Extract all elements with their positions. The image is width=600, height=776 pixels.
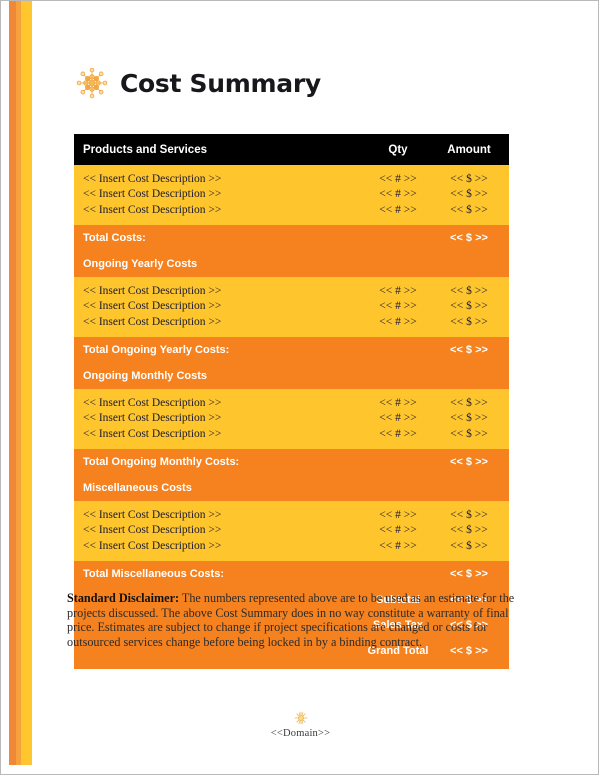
cost-description-cell[interactable]: << Insert Cost Description >> (74, 501, 359, 523)
cost-qty-cell[interactable]: << # >> (359, 389, 437, 411)
cost-description-cell[interactable]: << Insert Cost Description >> (74, 201, 359, 225)
total-amount[interactable]: << $ >> (437, 225, 509, 251)
table-row[interactable]: << Insert Cost Description >> << # >> <<… (74, 501, 509, 523)
cost-qty-cell[interactable]: << # >> (359, 425, 437, 449)
cost-amount-cell[interactable]: << $ >> (437, 277, 509, 299)
cost-qty-cell[interactable]: << # >> (359, 523, 437, 537)
table-row[interactable]: << Insert Cost Description >> << # >> <<… (74, 389, 509, 411)
total-row-miscellaneous-costs: Total Miscellaneous Costs: << $ >> (74, 561, 509, 587)
cost-amount-cell[interactable]: << $ >> (437, 523, 509, 537)
cost-summary-table: Products and Services Qty Amount << Inse… (74, 134, 509, 669)
cost-qty-cell[interactable]: << # >> (359, 187, 437, 201)
cost-qty-cell[interactable]: << # >> (359, 313, 437, 337)
cost-description-cell[interactable]: << Insert Cost Description >> (74, 299, 359, 313)
cost-amount-cell[interactable]: << $ >> (437, 299, 509, 313)
table-header-row: Products and Services Qty Amount (74, 134, 509, 165)
cost-description-cell[interactable]: << Insert Cost Description >> (74, 425, 359, 449)
cost-amount-cell[interactable]: << $ >> (437, 313, 509, 337)
cost-description-cell[interactable]: << Insert Cost Description >> (74, 411, 359, 425)
cost-amount-cell[interactable]: << $ >> (437, 389, 509, 411)
cost-qty-cell[interactable]: << # >> (359, 201, 437, 225)
cost-description-cell[interactable]: << Insert Cost Description >> (74, 187, 359, 201)
column-header-qty: Qty (359, 134, 437, 165)
total-label: Total Costs: (74, 225, 437, 251)
column-header-amount: Amount (437, 134, 509, 165)
cost-amount-cell[interactable]: << $ >> (437, 425, 509, 449)
cost-description-cell[interactable]: << Insert Cost Description >> (74, 277, 359, 299)
section-heading-label: Ongoing Yearly Costs (74, 251, 509, 277)
total-row-total-costs: Total Costs: << $ >> (74, 225, 509, 251)
table-row[interactable]: << Insert Cost Description >> << # >> <<… (74, 299, 509, 313)
table-row[interactable]: << Insert Cost Description >> << # >> <<… (74, 313, 509, 337)
table-row[interactable]: << Insert Cost Description >> << # >> <<… (74, 187, 509, 201)
cost-qty-cell[interactable]: << # >> (359, 537, 437, 561)
cost-qty-cell[interactable]: << # >> (359, 165, 437, 187)
section-heading-miscellaneous-costs: Miscellaneous Costs (74, 475, 509, 501)
total-label: Total Ongoing Monthly Costs: (74, 449, 437, 475)
cost-amount-cell[interactable]: << $ >> (437, 537, 509, 561)
cost-amount-cell[interactable]: << $ >> (437, 501, 509, 523)
section-heading-ongoing-monthly-costs: Ongoing Monthly Costs (74, 363, 509, 389)
total-row-ongoing-yearly-costs: Total Ongoing Yearly Costs: << $ >> (74, 337, 509, 363)
footer-domain-text: <<Domain>> (270, 728, 331, 739)
sun-starburst-icon (294, 711, 307, 725)
total-label: Total Ongoing Yearly Costs: (74, 337, 437, 363)
document-page: Cost Summary Products and Services Qty A… (0, 0, 599, 775)
cost-qty-cell[interactable]: << # >> (359, 277, 437, 299)
total-label: Total Miscellaneous Costs: (74, 561, 437, 587)
table-row[interactable]: << Insert Cost Description >> << # >> <<… (74, 411, 509, 425)
cost-description-cell[interactable]: << Insert Cost Description >> (74, 537, 359, 561)
total-amount[interactable]: << $ >> (437, 337, 509, 363)
table-row[interactable]: << Insert Cost Description >> << # >> <<… (74, 425, 509, 449)
section-heading-ongoing-yearly-costs: Ongoing Yearly Costs (74, 251, 509, 277)
table-row[interactable]: << Insert Cost Description >> << # >> <<… (74, 165, 509, 187)
cost-description-cell[interactable]: << Insert Cost Description >> (74, 313, 359, 337)
total-amount[interactable]: << $ >> (437, 561, 509, 587)
page-title: Cost Summary (120, 68, 321, 98)
left-accent-stripe-inner (21, 1, 32, 765)
cost-amount-cell[interactable]: << $ >> (437, 187, 509, 201)
cost-amount-cell[interactable]: << $ >> (437, 201, 509, 225)
standard-disclaimer: Standard Disclaimer: The numbers represe… (67, 591, 517, 649)
atom-starburst-icon (76, 67, 108, 99)
left-accent-stripe-outer (9, 1, 16, 765)
cost-description-cell[interactable]: << Insert Cost Description >> (74, 165, 359, 187)
table-row[interactable]: << Insert Cost Description >> << # >> <<… (74, 201, 509, 225)
section-heading-label: Ongoing Monthly Costs (74, 363, 509, 389)
cost-description-cell[interactable]: << Insert Cost Description >> (74, 523, 359, 537)
cost-qty-cell[interactable]: << # >> (359, 501, 437, 523)
total-amount[interactable]: << $ >> (437, 449, 509, 475)
cost-description-cell[interactable]: << Insert Cost Description >> (74, 389, 359, 411)
cost-amount-cell[interactable]: << $ >> (437, 411, 509, 425)
cost-qty-cell[interactable]: << # >> (359, 411, 437, 425)
cost-qty-cell[interactable]: << # >> (359, 299, 437, 313)
total-row-ongoing-monthly-costs: Total Ongoing Monthly Costs: << $ >> (74, 449, 509, 475)
table-row[interactable]: << Insert Cost Description >> << # >> <<… (74, 277, 509, 299)
disclaimer-lead: Standard Disclaimer: (67, 591, 180, 605)
page-footer: <<Domain>> (1, 709, 598, 739)
cost-amount-cell[interactable]: << $ >> (437, 165, 509, 187)
section-heading-label: Miscellaneous Costs (74, 475, 509, 501)
document-header: Cost Summary (74, 65, 321, 101)
table-row[interactable]: << Insert Cost Description >> << # >> <<… (74, 537, 509, 561)
column-header-description: Products and Services (74, 134, 359, 165)
table-row[interactable]: << Insert Cost Description >> << # >> <<… (74, 523, 509, 537)
